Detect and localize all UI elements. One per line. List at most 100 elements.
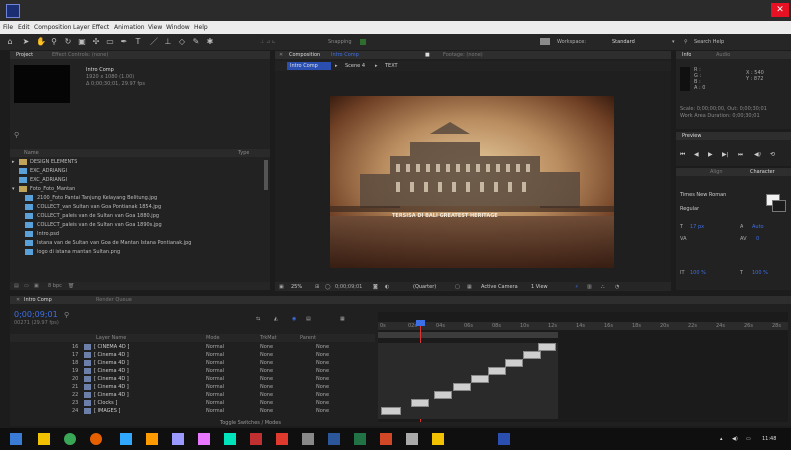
work-area-bar[interactable] — [378, 332, 558, 338]
list-item[interactable]: EXC_ADRIANGI — [10, 167, 270, 176]
tab-preview[interactable]: Preview — [682, 133, 701, 139]
col-type[interactable]: Type — [238, 150, 249, 156]
toggle-switches-modes[interactable]: Toggle Switches / Modes — [220, 420, 281, 426]
layer-duration-bar[interactable] — [381, 407, 401, 415]
trash-icon[interactable]: 🗑 — [68, 283, 74, 289]
mask-visibility-icon[interactable]: ◯ — [325, 284, 331, 290]
layer-name[interactable]: [ Cinema 4D ] — [94, 352, 129, 358]
timeline-search-icon[interactable]: ⚲ — [64, 312, 69, 318]
cinema4d-icon[interactable] — [498, 433, 510, 445]
comp-flowchart-icon[interactable]: ⛬ — [601, 284, 605, 290]
tracking-value[interactable]: 0 — [756, 236, 759, 242]
snapshot-icon[interactable]: ◙ — [373, 284, 378, 290]
show-channel-icon[interactable]: ◐ — [385, 284, 389, 290]
list-item[interactable]: COLLECT_van Sultan van Goa Pontianak 185… — [10, 203, 270, 212]
grid-icon[interactable]: ⊞ — [315, 284, 319, 290]
graph-editor-icon[interactable]: ▤ — [306, 316, 311, 322]
menu-file[interactable]: File — [3, 24, 13, 31]
battery-icon[interactable]: ▭ — [746, 436, 751, 442]
interpret-footage-icon[interactable]: ▤ — [14, 283, 19, 289]
list-item[interactable]: Intro.psd — [10, 230, 270, 239]
layer-duration-bar[interactable] — [434, 391, 452, 399]
list-item[interactable]: ▸ DESIGN ELEMENTS — [10, 158, 270, 167]
layer-duration-bar[interactable] — [538, 343, 556, 351]
audition-icon[interactable] — [224, 433, 236, 445]
trkmat-select[interactable]: None — [260, 384, 273, 390]
exposure-icon[interactable]: ◔ — [615, 284, 619, 290]
parent-select[interactable]: None — [316, 400, 329, 406]
mode-select[interactable]: Normal — [206, 392, 224, 398]
play-icon[interactable]: ▶ — [708, 152, 713, 158]
mode-select[interactable]: Normal — [206, 384, 224, 390]
list-item[interactable]: COLLECT_paleis van de Sultan van Goa 188… — [10, 212, 270, 221]
windows-icon[interactable] — [10, 433, 22, 445]
layer-name[interactable]: [ IMAGES ] — [94, 408, 120, 414]
excel-icon[interactable] — [354, 433, 366, 445]
tab-audio[interactable]: Audio — [716, 52, 730, 58]
stroke-color-swatch[interactable] — [772, 200, 786, 212]
trkmat-select[interactable]: None — [260, 392, 273, 398]
parent-select[interactable]: None — [316, 360, 329, 366]
mode-select[interactable]: Normal — [206, 368, 224, 374]
font-family-select[interactable]: Times New Roman — [680, 192, 726, 198]
illustrator-icon[interactable] — [146, 433, 158, 445]
new-folder-icon[interactable]: ▭ — [24, 283, 29, 289]
menu-composition[interactable]: Composition — [34, 24, 71, 31]
frame-blending-icon[interactable]: ▦ — [340, 316, 345, 322]
paint-icon[interactable] — [302, 433, 314, 445]
explorer-icon[interactable] — [38, 433, 50, 445]
col-trkmat[interactable]: TrkMat — [260, 335, 277, 341]
trkmat-select[interactable]: None — [260, 376, 273, 382]
parent-select[interactable]: None — [316, 344, 329, 350]
brush-icon[interactable]: ／ — [150, 37, 158, 46]
tab-effect-controls[interactable]: Effect Controls: (none) — [52, 52, 108, 58]
close-tab-icon[interactable]: ✕ — [16, 297, 20, 303]
clone-icon[interactable]: ⊥ — [164, 37, 172, 46]
composition-mini-flowchart-icon[interactable]: ⇆ — [256, 316, 260, 322]
trkmat-select[interactable]: None — [260, 352, 273, 358]
bpc-label[interactable]: 8 bpc — [48, 283, 62, 289]
firefox-icon[interactable] — [90, 433, 102, 445]
col-parent[interactable]: Parent — [300, 335, 316, 341]
trkmat-select[interactable]: None — [260, 344, 273, 350]
search-help-input[interactable]: Search Help — [694, 39, 724, 45]
home-icon[interactable]: ⌂ — [6, 37, 14, 46]
menu-window[interactable]: Window — [166, 24, 190, 31]
text-icon[interactable]: T — [134, 37, 142, 46]
pan-behind-icon[interactable]: ✣ — [92, 37, 100, 46]
mail-icon[interactable] — [250, 433, 262, 445]
menu-edit[interactable]: Edit — [18, 24, 30, 31]
powerpoint-icon[interactable] — [380, 433, 392, 445]
motion-blur-icon[interactable]: ◉ — [292, 316, 296, 322]
layer-name[interactable]: [ Clocks ] — [94, 400, 117, 406]
media-icon[interactable] — [276, 433, 288, 445]
mode-select[interactable]: Normal — [206, 408, 224, 414]
pen-icon[interactable]: ✒ — [120, 37, 128, 46]
volume-icon[interactable]: ◀) — [732, 436, 738, 442]
draft-3d-icon[interactable]: ◭ — [274, 316, 278, 322]
workspace-select[interactable]: Standard — [612, 39, 635, 45]
composition-preview-image[interactable] — [330, 96, 614, 268]
menu-help[interactable]: Help — [194, 24, 208, 31]
hand-icon[interactable]: ✋ — [36, 37, 46, 46]
col-layer-name[interactable]: Layer Name — [96, 335, 126, 341]
roto-icon[interactable]: ✎ — [192, 37, 200, 46]
tab-composition-name[interactable]: Intro Comp — [331, 52, 359, 58]
layer-name[interactable]: [ Cinema 4D ] — [94, 384, 129, 390]
mode-select[interactable]: Normal — [206, 352, 224, 358]
col-name[interactable]: Name — [24, 150, 39, 156]
new-comp-icon[interactable]: ▣ — [34, 283, 39, 289]
resolution-select[interactable]: (Quarter) — [413, 284, 436, 290]
breadcrumb-intro-comp[interactable]: Intro Comp — [290, 63, 318, 69]
next-frame-icon[interactable]: ▶| — [722, 152, 729, 158]
tab-composition[interactable]: Composition — [289, 52, 320, 58]
tab-footage[interactable]: Footage: (none) — [443, 52, 483, 58]
mode-select[interactable]: Normal — [206, 400, 224, 406]
mode-select[interactable]: Normal — [206, 344, 224, 350]
camera-select[interactable]: Active Camera — [481, 284, 518, 290]
tab-render-queue[interactable]: Render Queue — [96, 297, 132, 303]
trkmat-select[interactable]: None — [260, 408, 273, 414]
loop-icon[interactable]: ⟲ — [770, 152, 775, 158]
parent-select[interactable]: None — [316, 352, 329, 358]
first-frame-icon[interactable]: ⏮ — [680, 152, 685, 158]
